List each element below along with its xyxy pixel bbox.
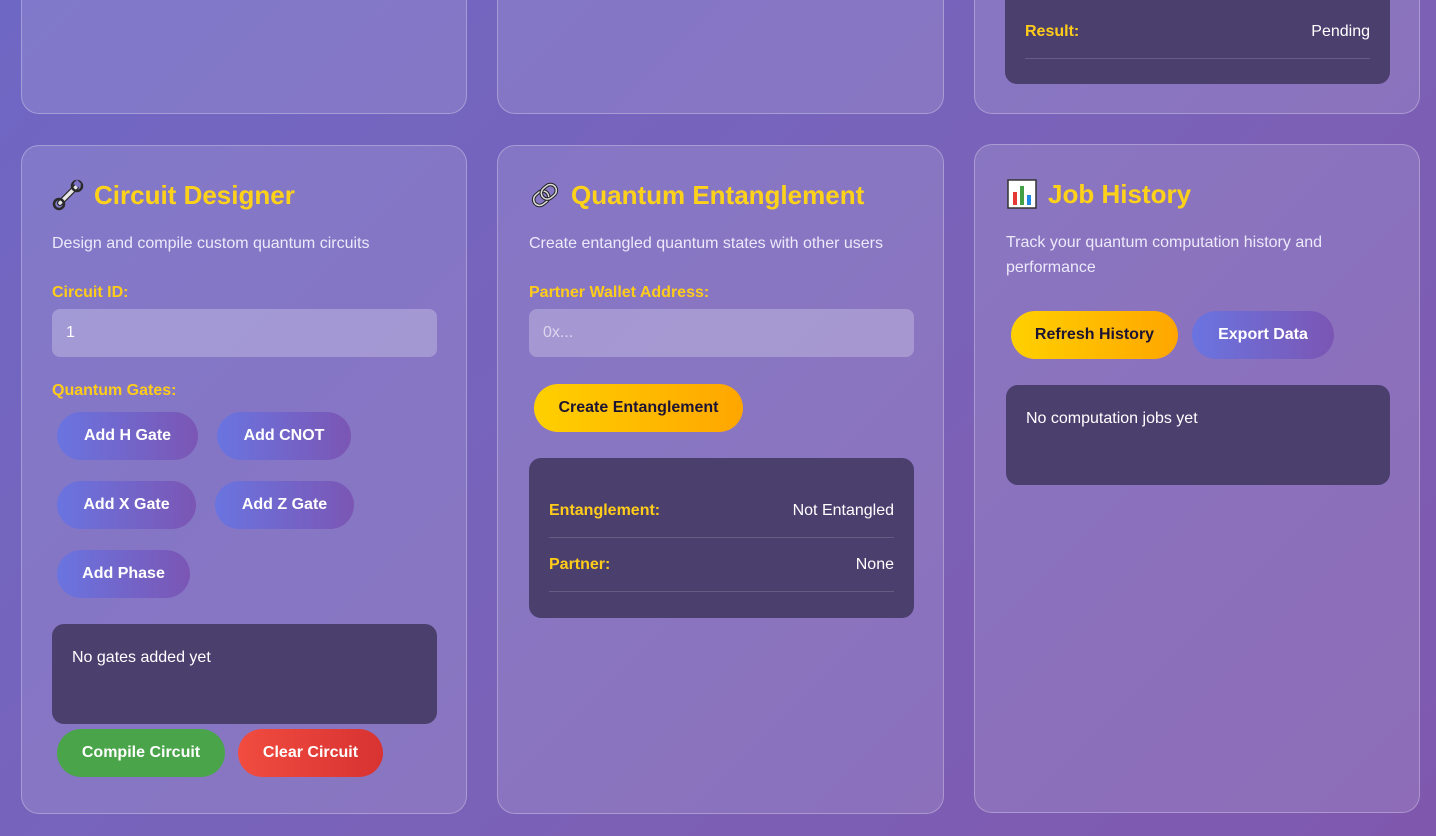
- entanglement-heading: Quantum Entanglement: [571, 179, 865, 210]
- top-right-card: Result: Pending: [974, 0, 1420, 114]
- top-left-card: [21, 0, 467, 114]
- job-history-card: Job History Track your quantum computati…: [974, 144, 1420, 813]
- entanglement-status-row: Entanglement: Not Entangled: [549, 484, 894, 538]
- export-data-button[interactable]: Export Data: [1192, 311, 1334, 359]
- bar-chart-icon: [1006, 178, 1038, 210]
- circuit-designer-title: Circuit Designer: [52, 179, 295, 211]
- result-value: Pending: [1311, 22, 1370, 40]
- partner-row-value: None: [855, 555, 894, 573]
- compile-circuit-button[interactable]: Compile Circuit: [57, 729, 225, 777]
- circuit-designer-card: Circuit Designer Design and compile cust…: [21, 145, 467, 814]
- result-label: Result:: [1025, 22, 1080, 40]
- add-cnot-button[interactable]: Add CNOT: [217, 412, 351, 460]
- circuit-designer-description: Design and compile custom quantum circui…: [52, 235, 370, 252]
- quantum-gates-label: Quantum Gates:: [52, 382, 177, 399]
- circuit-id-input[interactable]: [52, 309, 437, 357]
- circuit-designer-heading: Circuit Designer: [94, 179, 295, 210]
- gates-list-panel: No gates added yet: [52, 624, 437, 724]
- partner-row-label: Partner:: [549, 555, 611, 573]
- add-z-gate-button[interactable]: Add Z Gate: [215, 481, 354, 529]
- entanglement-title: Quantum Entanglement: [529, 179, 864, 211]
- quantum-result-panel: Result: Pending: [1005, 0, 1390, 84]
- partner-wallet-input[interactable]: [529, 309, 914, 357]
- add-h-gate-button[interactable]: Add H Gate: [57, 412, 198, 460]
- clear-circuit-button[interactable]: Clear Circuit: [238, 729, 383, 777]
- wrench-icon: [52, 179, 84, 211]
- circuit-id-label: Circuit ID:: [52, 284, 129, 301]
- gates-empty-text: No gates added yet: [72, 649, 211, 666]
- job-history-description: Track your quantum computation history a…: [1006, 234, 1323, 276]
- partner-row: Partner: None: [549, 538, 894, 592]
- link-icon: [529, 179, 561, 211]
- add-phase-button[interactable]: Add Phase: [57, 550, 190, 598]
- job-history-panel: No computation jobs yet: [1006, 385, 1390, 485]
- entanglement-status-label: Entanglement:: [549, 501, 661, 519]
- partner-wallet-label: Partner Wallet Address:: [529, 284, 710, 301]
- entanglement-description: Create entangled quantum states with oth…: [529, 235, 883, 252]
- job-history-heading: Job History: [1048, 178, 1192, 209]
- add-x-gate-button[interactable]: Add X Gate: [57, 481, 196, 529]
- refresh-history-button[interactable]: Refresh History: [1011, 311, 1178, 359]
- job-history-empty-text: No computation jobs yet: [1026, 410, 1198, 427]
- entanglement-status-panel: Entanglement: Not Entangled Partner: Non…: [529, 458, 914, 618]
- create-entanglement-button[interactable]: Create Entanglement: [534, 384, 743, 432]
- top-middle-card: [497, 0, 944, 114]
- job-history-title: Job History: [1006, 178, 1191, 210]
- result-row: Result: Pending: [1025, 5, 1370, 59]
- entanglement-card: Quantum Entanglement Create entangled qu…: [497, 145, 944, 814]
- entanglement-status-value: Not Entangled: [792, 501, 894, 519]
